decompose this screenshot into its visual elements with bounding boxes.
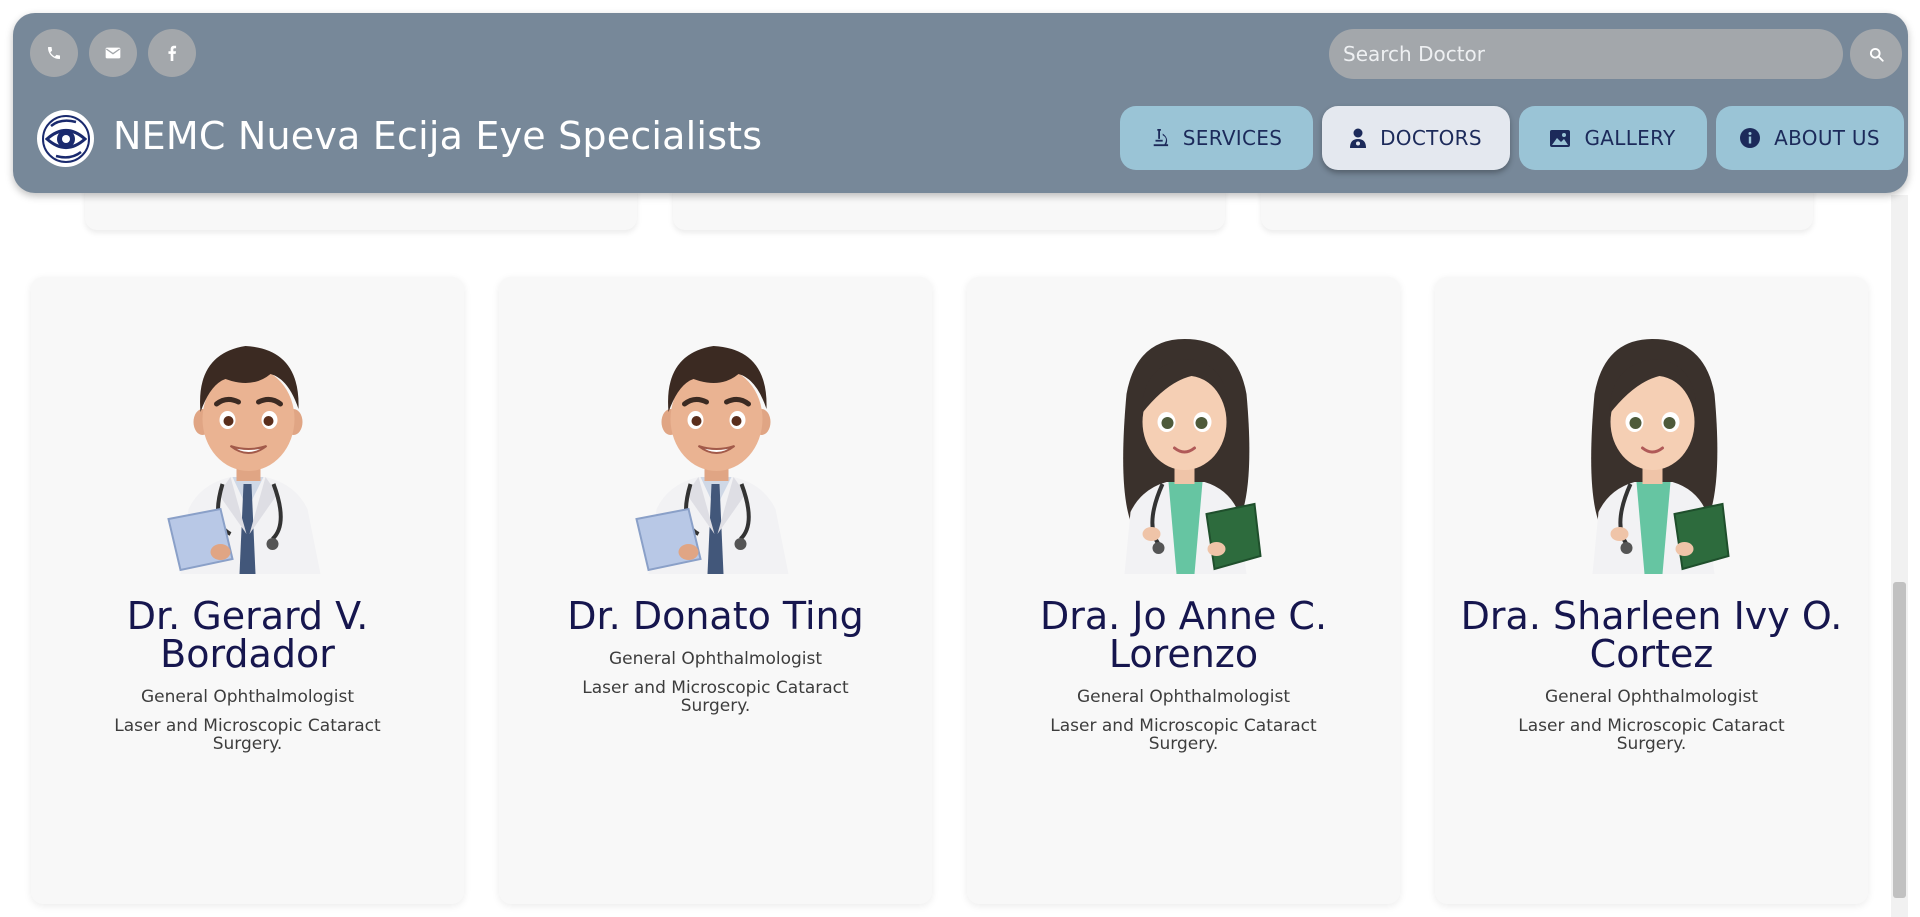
email-icon xyxy=(105,47,121,59)
doctor-card[interactable]: Dra. Sharleen Ivy O. Cortez General Opht… xyxy=(1435,277,1868,904)
doctor-specialty: General Ophthalmologist xyxy=(1076,687,1291,707)
doctor-icon xyxy=(1350,128,1367,148)
nav-gallery[interactable]: GALLERY xyxy=(1519,106,1707,170)
doctor-name-text: Dra. Jo Anne C. Lorenzo xyxy=(1039,594,1328,676)
nav-label: ABOUT US xyxy=(1774,126,1880,150)
facebook-button[interactable] xyxy=(148,29,196,77)
search-bar xyxy=(1329,29,1902,79)
social-links xyxy=(30,29,196,77)
doctor-name: Dr. Donato Ting General Ophthalmologist … xyxy=(519,597,912,715)
doctor-description: Laser and Microscopic Cataract Surgery. xyxy=(114,716,381,754)
doctor-description: Laser and Microscopic Cataract Surgery. xyxy=(1050,716,1317,754)
doctor-description: Laser and Microscopic Cataract Surgery. xyxy=(582,678,849,716)
doctor-description: Laser and Microscopic Cataract Surgery. xyxy=(1518,716,1785,754)
doctor-name-text: Dr. Donato Ting xyxy=(567,594,864,638)
female-doctor-avatar xyxy=(1564,334,1739,574)
male-doctor-avatar xyxy=(160,334,335,574)
doctor-name: Dr. Gerard V. Bordador General Ophthalmo… xyxy=(51,597,444,753)
eye-logo-icon xyxy=(41,114,90,163)
page-scrollbar[interactable] xyxy=(1891,195,1908,917)
facebook-icon xyxy=(168,45,177,61)
phone-icon xyxy=(48,47,60,59)
image-icon xyxy=(1550,129,1571,147)
doctor-name-text: Dr. Gerard V. Bordador xyxy=(126,594,369,676)
email-button[interactable] xyxy=(89,29,137,77)
microscope-icon xyxy=(1153,129,1168,147)
search-input[interactable] xyxy=(1329,29,1843,79)
search-icon xyxy=(1869,47,1884,62)
male-doctor-avatar xyxy=(628,334,803,574)
doctor-card[interactable]: Dr. Gerard V. Bordador General Ophthalmo… xyxy=(31,277,464,904)
phone-button[interactable] xyxy=(30,29,78,77)
doctor-name: Dra. Sharleen Ivy O. Cortez General Opht… xyxy=(1455,597,1848,753)
doctor-name: Dra. Jo Anne C. Lorenzo General Ophthalm… xyxy=(987,597,1380,753)
nav-label: SERVICES xyxy=(1182,126,1283,150)
nav-doctors[interactable]: DOCTORS xyxy=(1322,106,1510,170)
nav-label: GALLERY xyxy=(1584,126,1676,150)
doctor-specialty: General Ophthalmologist xyxy=(140,687,355,707)
scrollbar-thumb[interactable] xyxy=(1893,582,1906,898)
nav-services[interactable]: SERVICES xyxy=(1120,106,1313,170)
female-doctor-avatar xyxy=(1096,334,1271,574)
nav-label: DOCTORS xyxy=(1380,126,1482,150)
doctor-name-text: Dra. Sharleen Ivy O. Cortez xyxy=(1460,594,1843,676)
doctor-card[interactable]: Dra. Jo Anne C. Lorenzo General Ophthalm… xyxy=(967,277,1400,904)
site-header: NEMC Nueva Ecija Eye Specialists SERVICE… xyxy=(13,13,1908,193)
info-icon xyxy=(1740,128,1761,148)
main-nav: SERVICES DOCTORS GALLERY ABOUT US xyxy=(1120,106,1904,170)
site-logo[interactable] xyxy=(37,110,94,167)
doctor-specialty: General Ophthalmologist xyxy=(608,649,823,669)
site-title[interactable]: NEMC Nueva Ecija Eye Specialists xyxy=(113,114,762,158)
nav-about[interactable]: ABOUT US xyxy=(1716,106,1904,170)
doctor-card[interactable]: Dr. Donato Ting General Ophthalmologist … xyxy=(499,277,932,904)
doctor-specialty: General Ophthalmologist xyxy=(1544,687,1759,707)
search-button[interactable] xyxy=(1850,29,1902,79)
